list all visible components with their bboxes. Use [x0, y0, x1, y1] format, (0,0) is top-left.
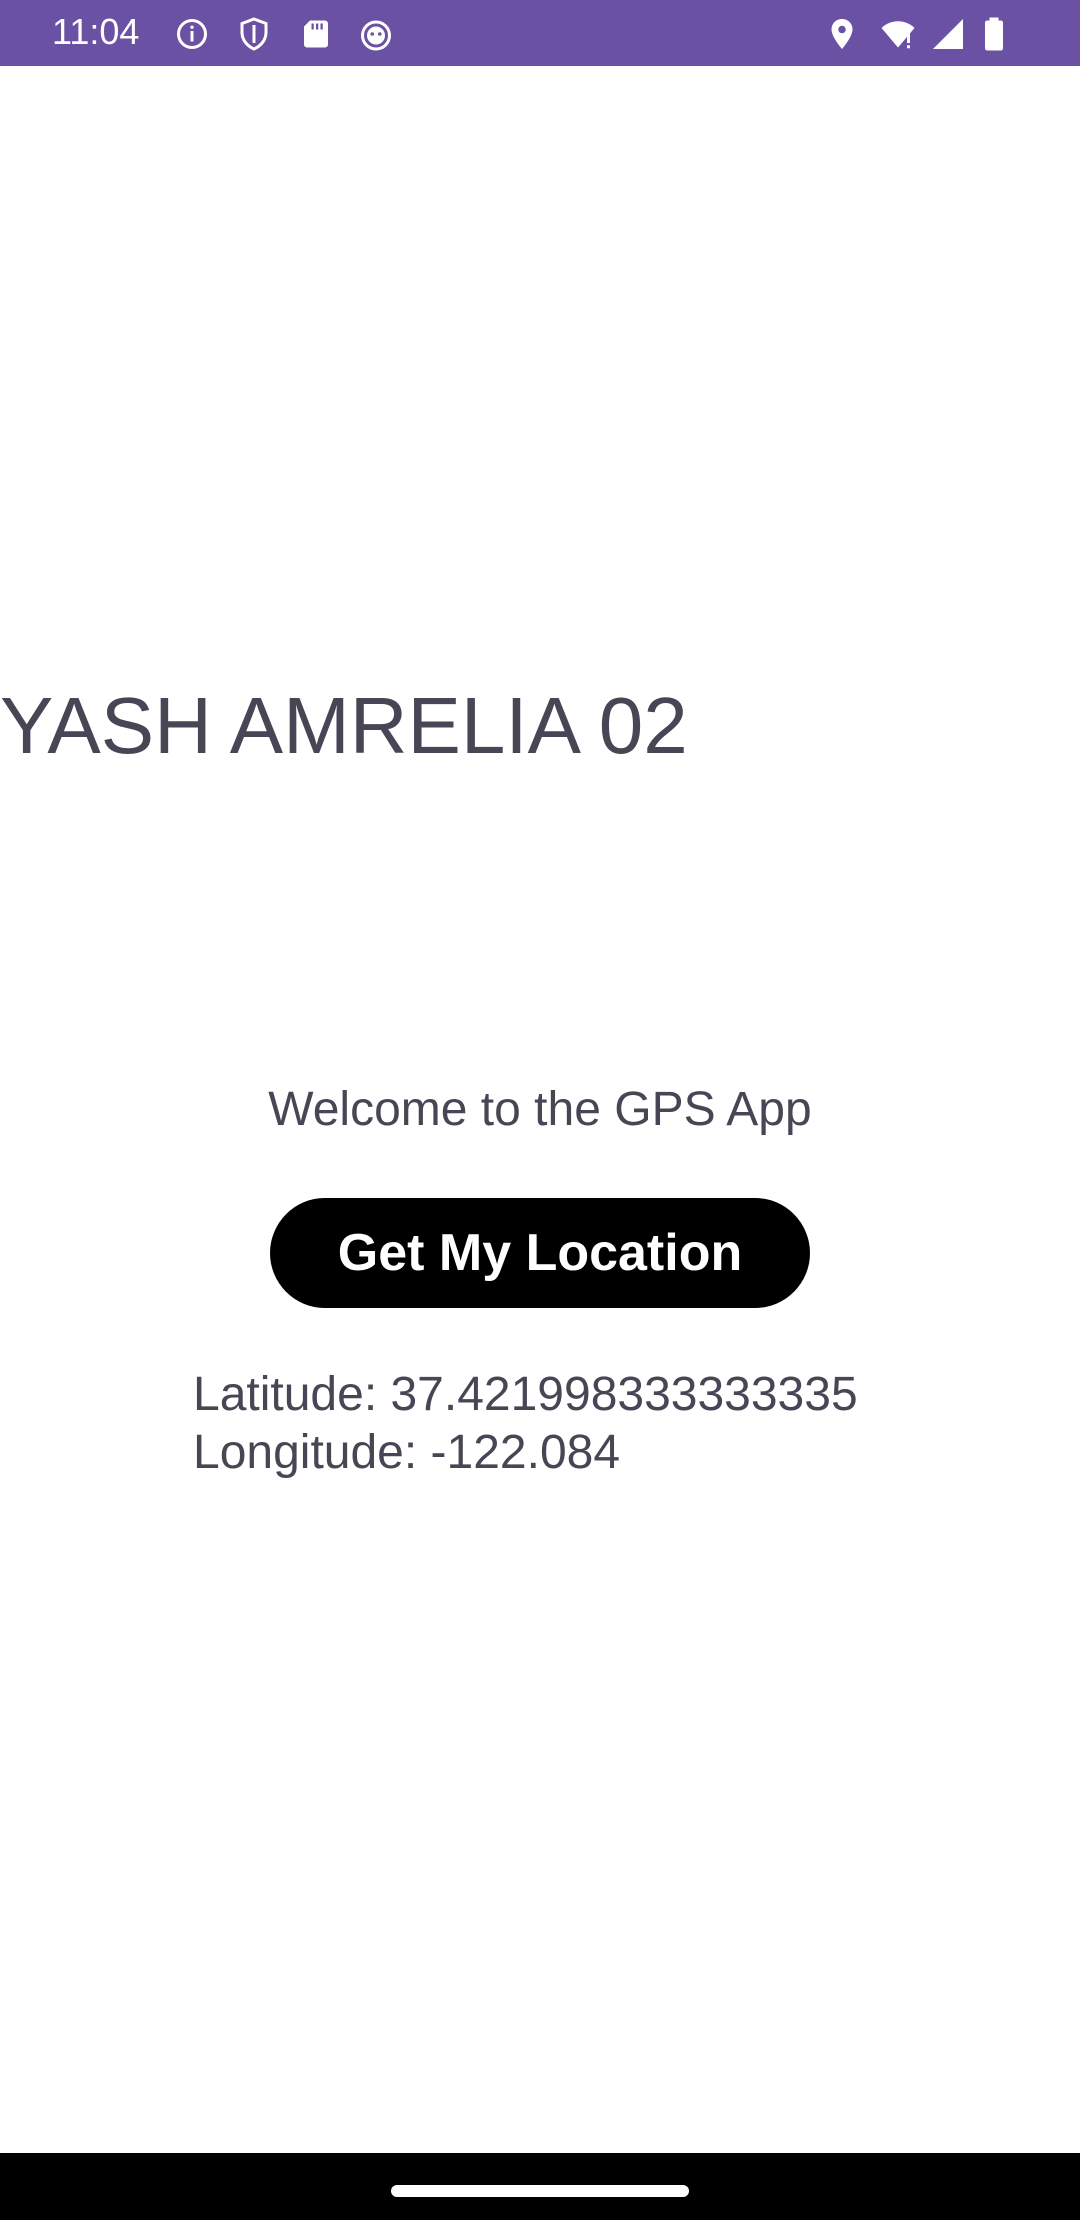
- home-handle[interactable]: [391, 2185, 689, 2197]
- latitude-text: Latitude: 37.421998333333335: [193, 1368, 858, 1421]
- signal-icon: [930, 16, 966, 52]
- coordinates-display: Latitude: 37.421998333333335 Longitude: …: [193, 1366, 858, 1482]
- status-time: 11:04: [52, 11, 140, 52]
- welcome-text: Welcome to the GPS App: [268, 1083, 812, 1136]
- status-bar: 11:04: [0, 0, 1080, 66]
- page-title: YASH AMRELIA 02: [0, 681, 688, 770]
- info-icon: [174, 16, 210, 52]
- location-icon: [824, 16, 860, 52]
- battery-icon: [976, 16, 1012, 52]
- navigation-bar: [0, 2153, 1080, 2220]
- android-icon: [358, 16, 394, 52]
- wifi-icon: [880, 16, 916, 52]
- get-location-button[interactable]: Get My Location: [270, 1198, 810, 1308]
- shield-icon: [236, 16, 272, 52]
- longitude-text: Longitude: -122.084: [193, 1426, 621, 1479]
- sd-card-icon: [298, 16, 334, 52]
